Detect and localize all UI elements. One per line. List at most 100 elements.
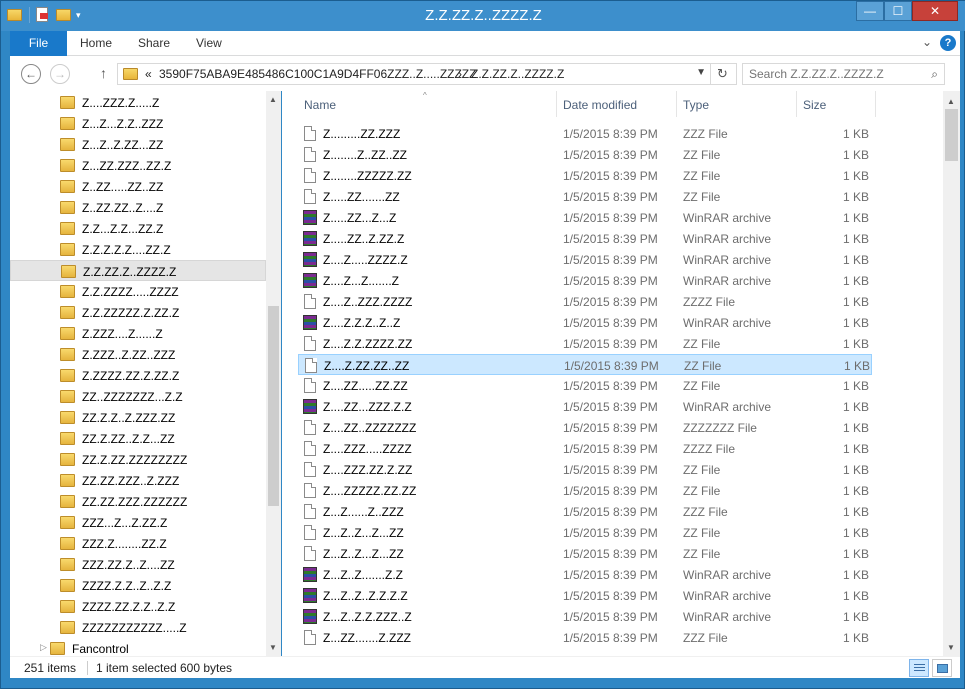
tree-item-label: ZZ.ZZ.ZZZ.ZZZZZZ — [82, 495, 188, 509]
nav-scrollbar[interactable]: ▲ ▼ — [266, 91, 281, 656]
tree-item[interactable]: ZZ.ZZ.ZZZ.ZZZZZZ — [10, 491, 266, 512]
tree-item[interactable]: Z...ZZ.ZZZ..ZZ.Z — [10, 155, 266, 176]
address-bar[interactable]: « 3590F75ABA9E485486C100C1A9D4FF06ZZZ..Z… — [117, 63, 737, 85]
tree-item[interactable]: ZZZ...Z...Z.ZZ.Z — [10, 512, 266, 533]
folder-icon — [60, 558, 75, 571]
forward-button[interactable]: → — [50, 64, 70, 84]
tree-item[interactable]: ZZ.Z.Z..Z.ZZZ.ZZ — [10, 407, 266, 428]
tree-item[interactable]: ZZZZZZZZZZZ.....Z — [10, 617, 266, 638]
tree-item[interactable]: Z.ZZZ....Z......Z — [10, 323, 266, 344]
breadcrumb-parent[interactable]: 3590F75ABA9E485486C100C1A9D4FF06ZZZ..Z..… — [159, 67, 476, 81]
help-button[interactable]: ? — [940, 35, 956, 51]
file-row[interactable]: Z.....ZZ.......ZZ 1/5/2015 8:39 PM ZZ File… — [298, 186, 872, 207]
file-row[interactable]: Z....Z...Z.......Z 1/5/2015 8:39 PM WinRAR… — [298, 270, 872, 291]
tree-item[interactable]: Z.Z...Z.Z...ZZ.Z — [10, 218, 266, 239]
tree-item[interactable]: Z.ZZZZ.ZZ.Z.ZZ.Z — [10, 365, 266, 386]
tree-item[interactable]: ZZ.ZZ.ZZZ..Z.ZZZ — [10, 470, 266, 491]
column-header-name[interactable]: Name — [298, 91, 557, 117]
tree-item[interactable]: Z....ZZZ.Z.....Z — [10, 92, 266, 113]
file-row[interactable]: Z.....ZZ...Z...Z 1/5/2015 8:39 PM WinRAR a… — [298, 207, 872, 228]
tree-item-fancontrol[interactable]: ▷ Fancontrol — [10, 638, 266, 656]
breadcrumb-separator[interactable]: › — [458, 67, 462, 81]
file-scrollbar[interactable]: ▲ ▼ — [943, 91, 960, 656]
file-row[interactable]: Z....Z.....ZZZZ.Z 1/5/2015 8:39 PM WinRAR … — [298, 249, 872, 270]
large-icons-view-button[interactable] — [932, 659, 952, 677]
tree-item[interactable]: Z.Z.Z.Z.Z....ZZ.Z — [10, 239, 266, 260]
file-row[interactable]: Z....Z.Z.Z..Z..Z 1/5/2015 8:39 PM WinRAR a… — [298, 312, 872, 333]
file-row[interactable]: Z....Z.Z.ZZZZ.ZZ 1/5/2015 8:39 PM ZZ File 1… — [298, 333, 872, 354]
scroll-up-icon[interactable]: ▲ — [947, 97, 955, 106]
address-history-chevron-icon[interactable]: ▼ — [696, 67, 706, 78]
tree-item[interactable]: ZZ..ZZZZZZZ...Z.Z — [10, 386, 266, 407]
tab-file[interactable]: File — [10, 31, 67, 56]
tree-item-label: Z.Z...Z.Z...ZZ.Z — [82, 222, 164, 236]
tree-item[interactable]: ZZ.Z.ZZ.ZZZZZZZZ — [10, 449, 266, 470]
tree-item[interactable]: Z.Z.ZZ.Z..ZZZZ.Z — [10, 260, 266, 281]
back-button[interactable]: ← — [21, 64, 41, 84]
file-icon — [304, 483, 316, 498]
window-title: Z.Z.ZZ.Z..ZZZZ.Z — [425, 7, 542, 24]
tree-item[interactable]: Z...Z..Z.ZZ...ZZ — [10, 134, 266, 155]
tree-item[interactable]: Z.Z.ZZZZZ.Z.ZZ.Z — [10, 302, 266, 323]
breadcrumb-current[interactable]: Z.Z.ZZ.Z..ZZZZ.Z — [471, 67, 564, 81]
file-row[interactable]: Z...Z..Z...Z...ZZ 1/5/2015 8:39 PM ZZ File… — [298, 543, 872, 564]
column-header-size[interactable]: Size — [797, 91, 876, 117]
file-date: 1/5/2015 8:39 PM — [563, 442, 658, 456]
tree-item[interactable]: ZZ.Z.ZZ..Z.Z...ZZ — [10, 428, 266, 449]
column-header-type[interactable]: Type — [677, 91, 797, 117]
tree-item[interactable]: ZZZZ.Z.Z..Z..Z.Z — [10, 575, 266, 596]
file-row[interactable]: Z....ZZZ.....ZZZZ 1/5/2015 8:39 PM ZZZZ Fi… — [298, 438, 872, 459]
tab-view[interactable]: View — [196, 31, 222, 56]
tree-item[interactable]: Z..ZZ.ZZ..Z....Z — [10, 197, 266, 218]
column-header-date[interactable]: Date modified — [557, 91, 677, 117]
up-button[interactable]: ↑ — [100, 65, 107, 81]
tree-item[interactable]: Z.ZZZ..Z.ZZ..ZZZ — [10, 344, 266, 365]
scroll-down-icon[interactable]: ▼ — [269, 643, 277, 652]
scroll-down-icon[interactable]: ▼ — [947, 643, 955, 652]
maximize-button[interactable]: ☐ — [884, 1, 912, 21]
scroll-up-icon[interactable]: ▲ — [269, 95, 277, 104]
file-row[interactable]: Z....Z..ZZZ.ZZZZ 1/5/2015 8:39 PM ZZZZ Fil… — [298, 291, 872, 312]
address-overflow[interactable]: « — [145, 67, 152, 81]
file-row[interactable]: Z....ZZZZZ.ZZ.ZZ 1/5/2015 8:39 PM ZZ File 1… — [298, 480, 872, 501]
file-row[interactable]: Z........Z..ZZ..ZZ 1/5/2015 8:39 PM ZZ Fil… — [298, 144, 872, 165]
file-size: 1 KB — [842, 232, 869, 246]
file-size: 1 KB — [842, 316, 869, 330]
expand-ribbon-chevron-icon[interactable]: ⌄ — [922, 35, 932, 49]
file-row[interactable]: Z....ZZZ.ZZ.Z.ZZ 1/5/2015 8:39 PM ZZ File 1… — [298, 459, 872, 480]
scroll-thumb[interactable] — [268, 306, 279, 506]
file-row[interactable]: Z.........ZZ.ZZZ 1/5/2015 8:39 PM ZZZ File… — [298, 123, 872, 144]
file-row[interactable]: Z........ZZZZZ.ZZ 1/5/2015 8:39 PM ZZ File… — [298, 165, 872, 186]
file-row[interactable]: Z....ZZ..ZZZZZZZ 1/5/2015 8:39 PM ZZZZZZZ … — [298, 417, 872, 438]
tab-share[interactable]: Share — [138, 31, 170, 56]
tab-home[interactable]: Home — [80, 31, 112, 56]
minimize-button[interactable]: — — [856, 1, 884, 21]
tree-item[interactable]: Z..ZZ.....ZZ..ZZ — [10, 176, 266, 197]
tree-item[interactable]: Z.Z.ZZZZ.....ZZZZ — [10, 281, 266, 302]
file-size: 1 KB — [842, 274, 869, 288]
file-type: WinRAR archive — [683, 568, 772, 582]
file-row[interactable]: Z....ZZ...ZZZ.Z.Z 1/5/2015 8:39 PM WinRAR … — [298, 396, 872, 417]
file-row[interactable]: Z...Z..Z.Z.ZZZ..Z 1/5/2015 8:39 PM WinRAR … — [298, 606, 872, 627]
search-icon[interactable]: ⌕ — [931, 67, 938, 82]
file-row[interactable]: Z...ZZ.......Z.ZZZ 1/5/2015 8:39 PM ZZZ Fi… — [298, 627, 872, 648]
file-row[interactable]: Z.....ZZ..Z.ZZ.Z 1/5/2015 8:39 PM WinRAR a… — [298, 228, 872, 249]
details-view-button[interactable] — [909, 659, 929, 677]
expand-chevron-icon[interactable]: ▷ — [40, 642, 47, 653]
refresh-button[interactable]: ↻ — [710, 64, 734, 84]
file-row[interactable]: Z...Z..Z..Z.Z.Z.Z 1/5/2015 8:39 PM WinRAR … — [298, 585, 872, 606]
file-row[interactable]: Z....ZZ.....ZZ.ZZ 1/5/2015 8:39 PM ZZ File… — [298, 375, 872, 396]
file-row[interactable]: Z...Z..Z...Z...ZZ 1/5/2015 8:39 PM ZZ File… — [298, 522, 872, 543]
file-row[interactable]: Z....Z.ZZ.ZZ..ZZ 1/5/2015 8:39 PM ZZ File 1… — [298, 354, 872, 375]
file-row[interactable]: Z...Z..Z.......Z.Z 1/5/2015 8:39 PM WinRAR… — [298, 564, 872, 585]
tree-item[interactable]: Z...Z...Z.Z..ZZZ — [10, 113, 266, 134]
close-button[interactable]: ✕ — [912, 1, 958, 21]
tree-item[interactable]: ZZZZ.ZZ.Z.Z..Z.Z — [10, 596, 266, 617]
tree-item[interactable]: ZZZ.ZZ.Z..Z....ZZ — [10, 554, 266, 575]
file-row[interactable]: Z...Z......Z..ZZZ 1/5/2015 8:39 PM ZZZ Fil… — [298, 501, 872, 522]
search-input[interactable] — [743, 64, 913, 84]
file-name: Z....Z..ZZZ.ZZZZ — [323, 295, 413, 309]
selection-count: 1 item selected — [96, 661, 177, 675]
scroll-thumb[interactable] — [945, 109, 958, 161]
tree-item[interactable]: ZZZ.Z........ZZ.Z — [10, 533, 266, 554]
